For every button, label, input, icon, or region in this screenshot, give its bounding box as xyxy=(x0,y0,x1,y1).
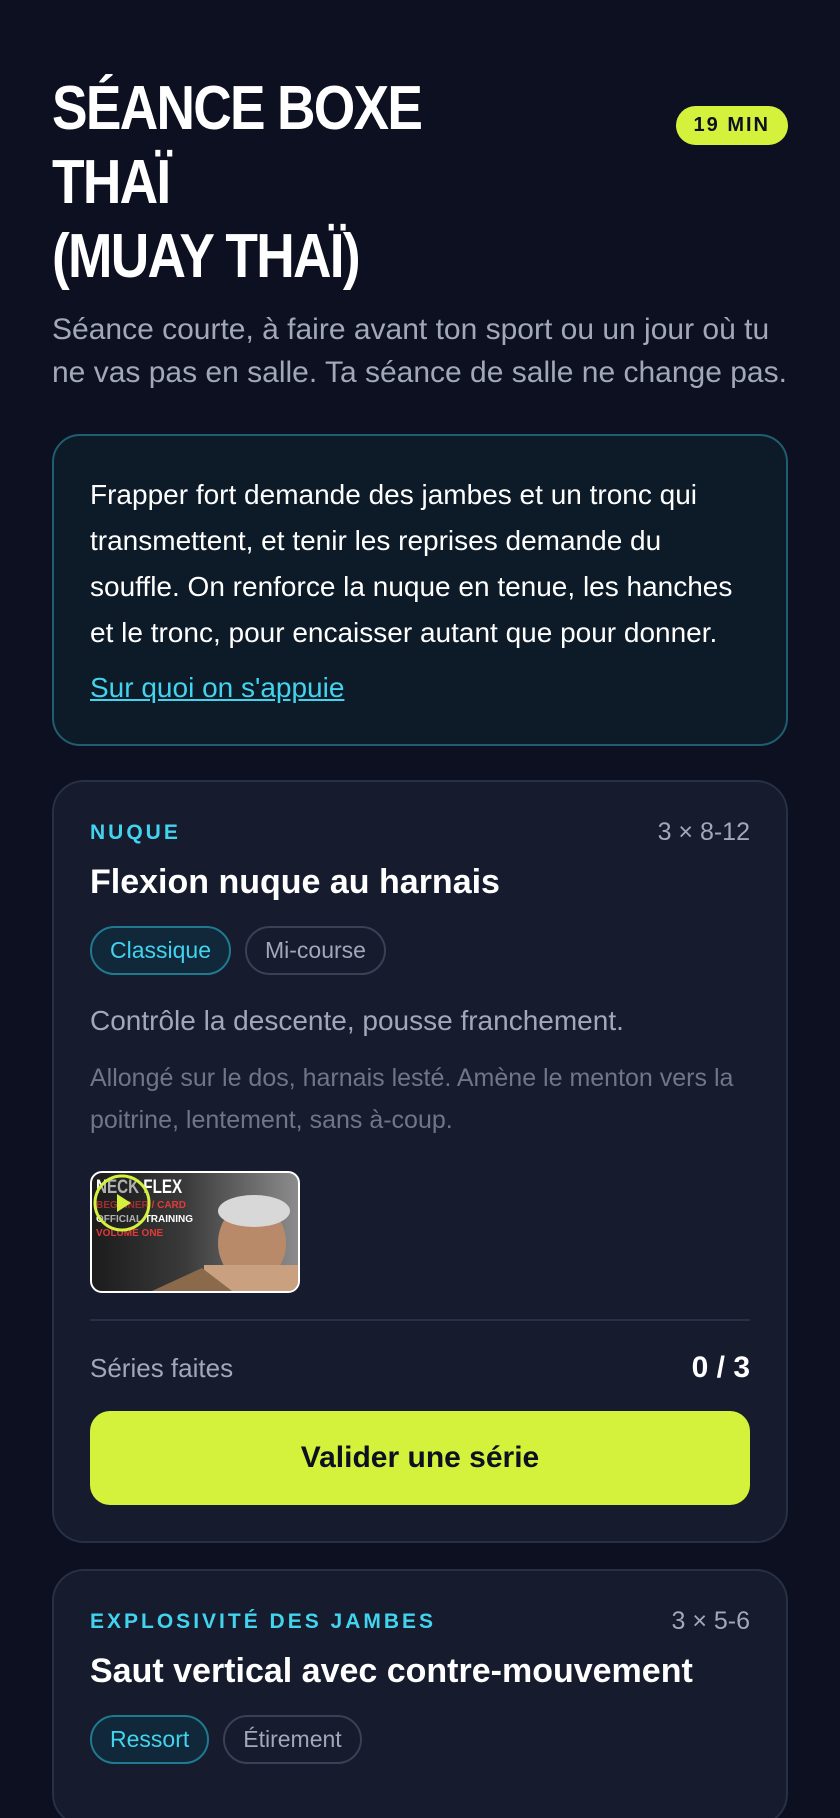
video-thumbnail[interactable]: NECK FLEX BEGINNER / CARD OFFICIAL TRAIN… xyxy=(90,1171,300,1293)
exercise-category: NUQUE xyxy=(90,820,181,844)
exercise-name: Saut vertical avec contre-mouvement xyxy=(90,1652,693,1690)
exercise-header: NUQUE 3 × 8-12 xyxy=(90,818,750,847)
sets-progress-label: Séries faites xyxy=(90,1352,234,1383)
tag-mi-course[interactable]: Mi-course xyxy=(245,926,386,975)
divider xyxy=(90,1319,750,1321)
exercise-tags: Classique Mi-course xyxy=(90,926,750,975)
exercise-cue: Contrôle la descente, pousse franchement… xyxy=(90,1005,624,1036)
validate-set-button[interactable]: Valider une série xyxy=(90,1411,750,1505)
intro-text: Frapper fort demande des jambes et un tr… xyxy=(90,479,733,648)
sources-link[interactable]: Sur quoi on s'appuie xyxy=(90,670,344,706)
exercise-category: EXPLOSIVITÉ DES JAMBES xyxy=(90,1609,437,1633)
exercise-sets: 3 × 5-6 xyxy=(671,1607,750,1635)
exercise-description: Allongé sur le dos, harnais lesté. Amène… xyxy=(90,1064,734,1134)
play-icon[interactable] xyxy=(92,1173,152,1233)
tag-etirement[interactable]: Étirement xyxy=(223,1715,362,1764)
sets-progress-value: 0 / 3 xyxy=(691,1351,750,1384)
sets-progress: Séries faites 0 / 3 xyxy=(90,1351,750,1385)
workout-page: SÉANCE BOXE THAÏ (MUAY THAÏ) 19 MIN Séan… xyxy=(0,0,840,1818)
exercise-tags: Ressort Étirement xyxy=(90,1715,750,1764)
intro-card: Frapper fort demande des jambes et un tr… xyxy=(52,434,788,746)
page-header: SÉANCE BOXE THAÏ (MUAY THAÏ) 19 MIN Séan… xyxy=(52,0,788,394)
tag-ressort[interactable]: Ressort xyxy=(90,1715,210,1764)
exercise-name: Flexion nuque au harnais xyxy=(90,863,500,901)
exercise-card: EXPLOSIVITÉ DES JAMBES 3 × 5-6 Saut vert… xyxy=(52,1569,788,1818)
duration-badge: 19 MIN xyxy=(675,106,788,145)
page-title: SÉANCE BOXE THAÏ (MUAY THAÏ) xyxy=(52,74,423,291)
exercise-card: NUQUE 3 × 8-12 Flexion nuque au harnais … xyxy=(52,780,788,1543)
page-subtitle: Séance courte, à faire avant ton sport o… xyxy=(52,313,787,389)
exercise-header: EXPLOSIVITÉ DES JAMBES 3 × 5-6 xyxy=(90,1607,750,1636)
exercise-sets: 3 × 8-12 xyxy=(657,818,750,846)
tag-classique[interactable]: Classique xyxy=(90,926,231,975)
